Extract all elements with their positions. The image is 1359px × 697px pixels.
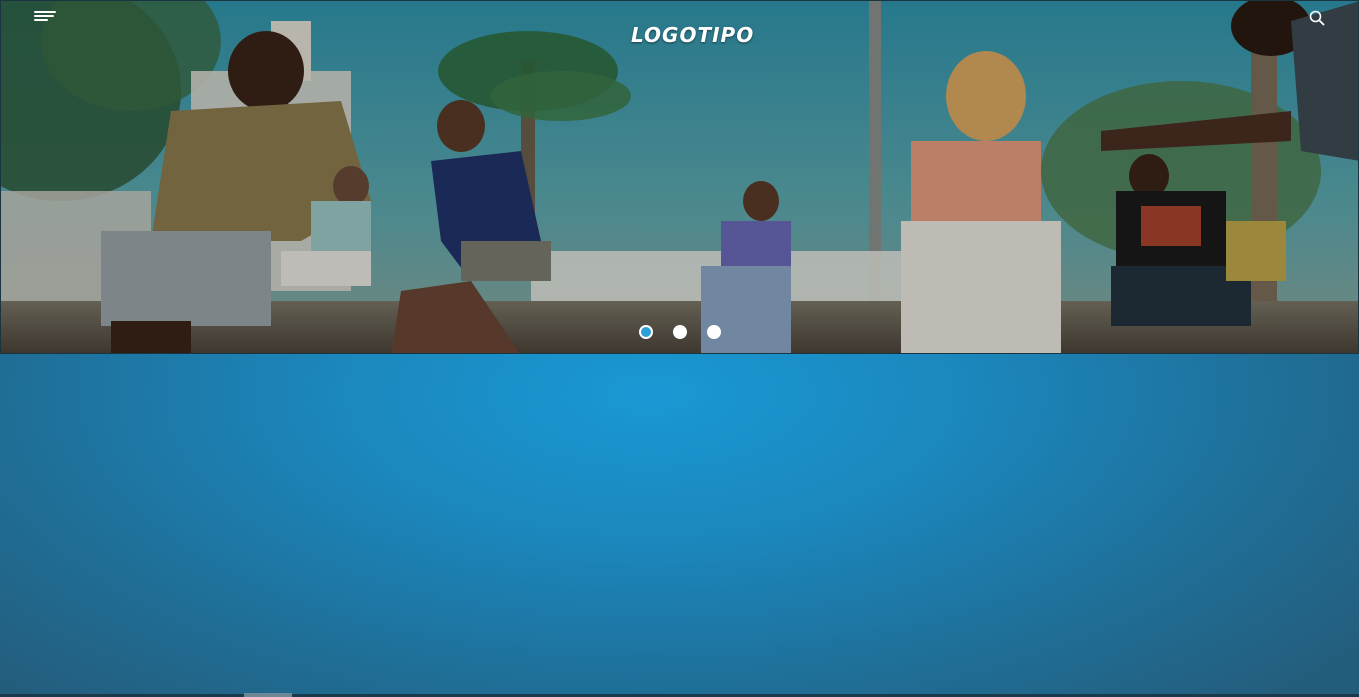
horizontal-scrollbar-thumb[interactable] bbox=[244, 693, 292, 697]
carousel-dot-2[interactable] bbox=[673, 325, 687, 339]
site-logo[interactable]: LOGOTIPO bbox=[631, 23, 753, 47]
carousel-dots bbox=[639, 325, 721, 339]
page: LOGOTIPO bbox=[0, 0, 1359, 697]
hero-overlay bbox=[1, 1, 1358, 353]
carousel-dot-3[interactable] bbox=[707, 325, 721, 339]
hamburger-menu-icon[interactable] bbox=[34, 11, 56, 25]
search-icon[interactable] bbox=[1308, 9, 1326, 27]
content-band bbox=[0, 354, 1359, 697]
carousel-dot-1[interactable] bbox=[639, 325, 653, 339]
hero-carousel: LOGOTIPO bbox=[0, 0, 1359, 354]
